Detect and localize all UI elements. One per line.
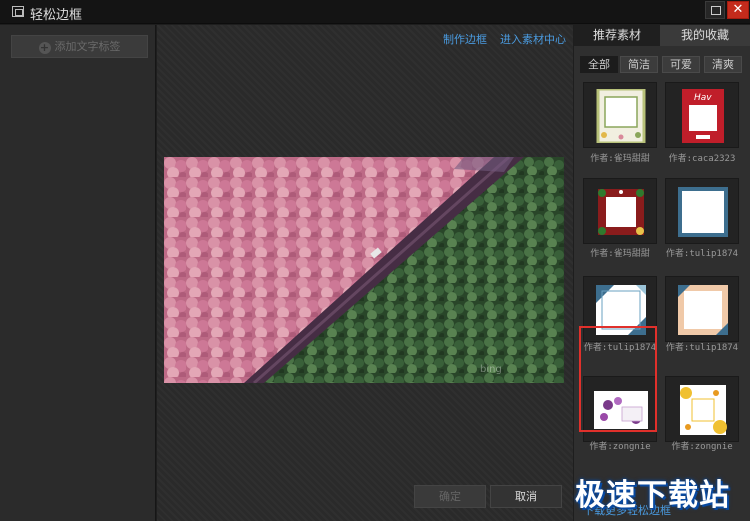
frame-thumbnail[interactable]: [665, 276, 739, 342]
blue-plain-frame-image: [678, 187, 728, 237]
confirm-button[interactable]: 确定: [414, 485, 486, 508]
frame-thumbnail[interactable]: [665, 376, 739, 442]
app-frame-icon: [12, 6, 24, 17]
category-cute[interactable]: 可爱: [662, 56, 700, 73]
maximize-button[interactable]: [705, 1, 725, 19]
selected-frame-highlight: [579, 326, 657, 432]
author-label: 作者:caca2323: [668, 154, 736, 164]
material-panel: 推荐素材 我的收藏 全部 简洁 可爱 清爽 作者:雀玛甜甜 Hav 作者:cac…: [574, 25, 750, 521]
tab-favorites[interactable]: 我的收藏: [660, 25, 750, 46]
author-label: 作者:zongnie: [589, 442, 651, 452]
author-label: 作者:zongnie: [671, 442, 733, 452]
close-button[interactable]: ✕: [727, 1, 749, 19]
author-label: 作者:tulip1874: [665, 343, 739, 353]
yellow-flower-frame-image: [680, 385, 727, 435]
author-label: 作者:雀玛甜甜: [590, 249, 650, 259]
frame-thumbnail[interactable]: [583, 178, 657, 244]
green-frame-image: [596, 89, 646, 143]
frame-thumbnail[interactable]: Hav: [665, 82, 739, 148]
author-label: 作者:雀玛甜甜: [590, 154, 650, 164]
peach-stripe-frame-image: [678, 285, 728, 335]
site-watermark: 极速下载站: [575, 478, 730, 513]
forest-photo: [164, 157, 564, 383]
frame-thumbnail[interactable]: [665, 178, 739, 244]
plus-circle-icon: +: [38, 41, 51, 54]
photo-preview[interactable]: bing: [164, 157, 564, 383]
material-center-link[interactable]: 进入素材中心: [500, 31, 566, 47]
left-panel: + 添加文字标签: [0, 25, 156, 521]
add-text-label-text: 添加文字标签: [54, 40, 121, 53]
window-title: 轻松边框: [30, 8, 83, 23]
add-text-label-button[interactable]: + 添加文字标签: [11, 35, 148, 58]
category-all[interactable]: 全部: [580, 56, 618, 73]
cancel-button[interactable]: 取消: [490, 485, 562, 508]
tab-recommended[interactable]: 推荐素材: [574, 25, 660, 46]
hav-text: Hav: [694, 93, 712, 103]
make-frame-link[interactable]: 制作边框: [443, 31, 487, 47]
category-simple[interactable]: 简洁: [620, 56, 658, 73]
canvas-area: 制作边框 进入素材中心 bing 确定 取消: [157, 25, 573, 521]
author-label: 作者:tulip1874: [665, 249, 739, 259]
title-bar: 轻松边框 ✕: [0, 0, 750, 24]
category-fresh[interactable]: 清爽: [704, 56, 742, 73]
bing-watermark: bing: [480, 364, 502, 375]
christmas-frame-image: [598, 189, 644, 235]
frame-thumbnail[interactable]: [583, 82, 657, 148]
